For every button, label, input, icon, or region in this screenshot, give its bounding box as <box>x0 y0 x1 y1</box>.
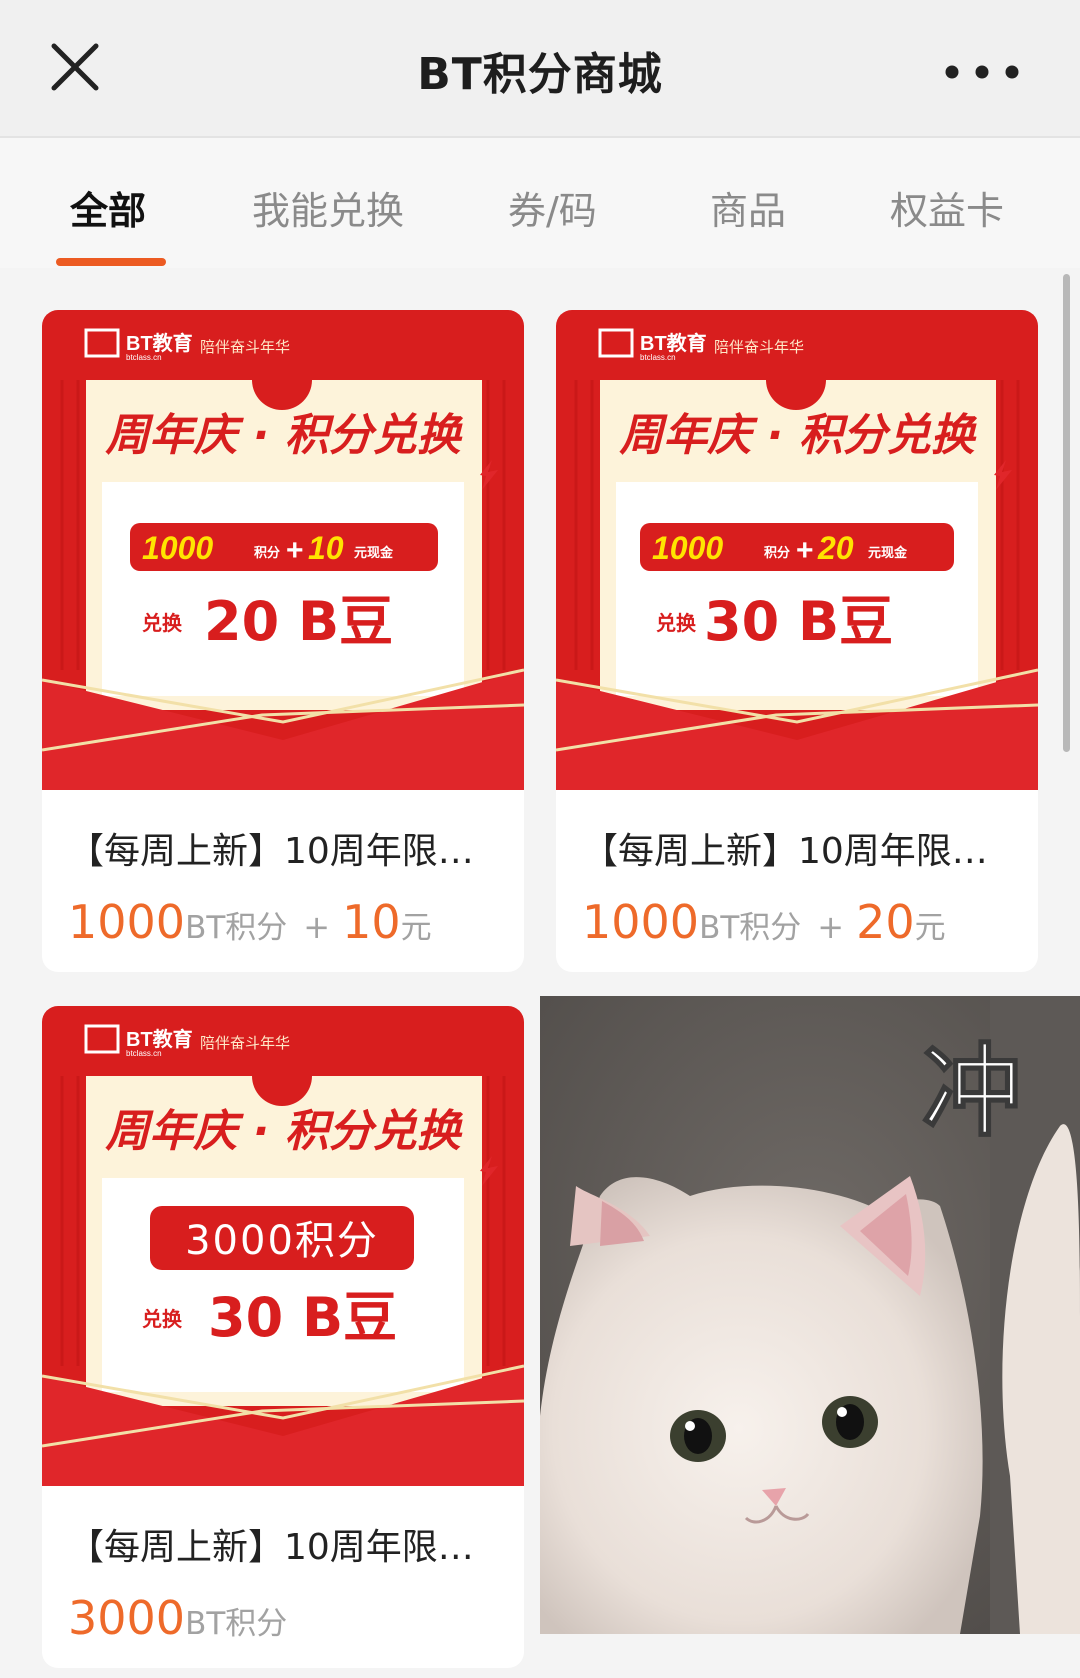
brand-logo-text: BT教育 <box>126 331 193 355</box>
tab-coupons[interactable]: 券/码 <box>508 180 597 235</box>
offer-points-unit: 积分 <box>254 545 280 561</box>
product-banner: BT教育 btclass.cn 陪伴奋斗年华 周年庆 · 积分兑换 1000 积… <box>42 310 524 790</box>
offer-points-unit: 积分 <box>764 545 790 561</box>
product-card[interactable]: BT教育 btclass.cn 陪伴奋斗年华 周年庆 · 积分兑换 1000 积… <box>42 310 524 972</box>
brand-slogan: 陪伴奋斗年华 <box>200 1034 290 1052</box>
brand-slogan: 陪伴奋斗年华 <box>714 338 804 356</box>
offer-points: 1000 <box>142 530 213 566</box>
offer-points: 1000 <box>652 530 723 566</box>
exchange-amount: 20 B豆 <box>204 590 393 653</box>
product-card[interactable]: BT教育 btclass.cn 陪伴奋斗年华 周年庆 · 积分兑换 3000积分… <box>42 1006 524 1668</box>
more-dots-icon[interactable] <box>942 62 1022 82</box>
product-price: 3000BT积分 <box>68 1591 287 1645</box>
product-name: 【每周上新】10周年限… <box>68 831 474 872</box>
price-points: 1000 <box>68 895 186 949</box>
offer-cash: 20 <box>817 530 854 566</box>
price-points-unit: BT积分 <box>185 1606 288 1642</box>
tab-redeemable[interactable]: 我能兑换 <box>252 180 404 235</box>
banner-headline: 周年庆 · 积分兑换 <box>104 410 463 461</box>
price-points-unit: BT积分 <box>185 910 288 946</box>
brand-logo-text: BT教育 <box>640 331 707 355</box>
offer-cash: 10 <box>308 530 344 566</box>
banner-headline: 周年庆 · 积分兑换 <box>104 1106 463 1157</box>
offer-text: 3000积分 <box>185 1218 379 1264</box>
product-banner: BT教育 btclass.cn 陪伴奋斗年华 周年庆 · 积分兑换 3000积分… <box>42 1006 524 1486</box>
tab-membership-cards[interactable]: 权益卡 <box>890 180 1004 235</box>
product-card[interactable]: BT教育 btclass.cn 陪伴奋斗年华 周年庆 · 积分兑换 1000 积… <box>556 310 1038 972</box>
price-points: 3000 <box>68 1591 186 1645</box>
brand-slogan: 陪伴奋斗年华 <box>200 338 290 356</box>
price-cash: 20 <box>856 895 915 949</box>
top-nav-bar: BT积分商城 <box>0 0 1080 138</box>
price-points-unit: BT积分 <box>699 910 802 946</box>
sticker-caption: 冲 <box>922 1033 1022 1150</box>
product-name: 【每周上新】10周年限… <box>68 1527 474 1568</box>
exchange-prefix: 兑换 <box>142 611 183 635</box>
tab-goods[interactable]: 商品 <box>710 180 786 235</box>
product-price: 1000BT积分 +20元 <box>582 895 946 949</box>
brand-domain: btclass.cn <box>640 353 676 362</box>
offer-plus: + <box>286 534 304 567</box>
scrollbar[interactable] <box>1063 274 1070 752</box>
exchange-amount: 30 B豆 <box>208 1286 397 1349</box>
brand-domain: btclass.cn <box>126 1049 162 1058</box>
offer-plus: + <box>796 534 814 567</box>
price-cash: 10 <box>342 895 401 949</box>
tab-all[interactable]: 全部 <box>70 180 146 235</box>
product-banner: BT教育 btclass.cn 陪伴奋斗年华 周年庆 · 积分兑换 1000 积… <box>556 310 1038 790</box>
active-tab-indicator <box>56 258 166 266</box>
price-cash-unit: 元 <box>400 910 432 946</box>
price-points: 1000 <box>582 895 700 949</box>
exchange-amount: 30 B豆 <box>704 590 893 653</box>
offer-cash-unit: 元现金 <box>354 545 394 561</box>
category-tabs: 全部 我能兑换 券/码 商品 权益卡 <box>0 138 1080 268</box>
price-plus: + <box>817 908 845 946</box>
product-name: 【每周上新】10周年限… <box>582 831 988 872</box>
price-plus: + <box>303 908 331 946</box>
price-cash-unit: 元 <box>914 910 946 946</box>
exchange-prefix: 兑换 <box>656 611 697 635</box>
product-price: 1000BT积分 +10元 <box>68 895 432 949</box>
exchange-prefix: 兑换 <box>142 1307 183 1331</box>
brand-logo-text: BT教育 <box>126 1027 193 1051</box>
offer-cash-unit: 元现金 <box>868 545 908 561</box>
brand-domain: btclass.cn <box>126 353 162 362</box>
page-title: BT积分商城 <box>417 49 663 100</box>
cat-sticker-image: 冲 <box>540 996 1080 1634</box>
banner-headline: 周年庆 · 积分兑换 <box>618 410 977 461</box>
